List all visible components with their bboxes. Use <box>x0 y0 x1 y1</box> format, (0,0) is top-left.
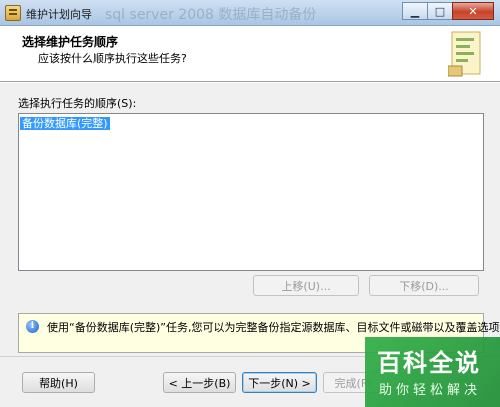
next-button[interactable]: 下一步(N) > <box>242 372 317 393</box>
watermark-slogan: 助你轻松解决 <box>379 383 482 398</box>
title-bar[interactable]: 维护计划向导 sql server 2008 数据库自动备份 ▁ □ ✕ <box>0 0 500 26</box>
move-down-button[interactable]: 下移(D)... <box>369 275 479 296</box>
window-controls: ▁ □ ✕ <box>402 2 494 20</box>
task-description-text: 使用“备份数据库(完整)”任务,您可以为完整备份指定源数据库、目标文件或磁带以及… <box>47 321 500 334</box>
task-order-list[interactable]: 备份数据库(完整) <box>18 113 484 271</box>
watermark-title: 百科全说 <box>377 349 481 377</box>
background-window-title: sql server 2008 数据库自动备份 <box>105 7 317 23</box>
window-title: 维护计划向导 <box>26 8 92 21</box>
page-subtitle: 应该按什么顺序执行这些任务? <box>38 52 187 65</box>
wizard-app-icon <box>5 5 21 21</box>
page-title: 选择维护任务顺序 <box>22 35 119 49</box>
maximize-icon: □ <box>434 4 446 18</box>
help-button[interactable]: 帮助(H) <box>22 372 95 393</box>
maximize-button[interactable]: □ <box>427 2 453 20</box>
back-button[interactable]: < 上一步(B) <box>163 372 236 393</box>
close-icon: ✕ <box>468 4 478 18</box>
close-button[interactable]: ✕ <box>452 2 494 20</box>
move-up-button[interactable]: 上移(U)... <box>253 275 359 296</box>
minimize-button[interactable]: ▁ <box>402 2 428 20</box>
minimize-icon: ▁ <box>410 4 420 18</box>
task-order-label: 选择执行任务的顺序(S): <box>18 97 137 110</box>
wizard-banner-icon <box>448 31 481 77</box>
info-icon: i <box>26 320 39 333</box>
wizard-header: 选择维护任务顺序 应该按什么顺序执行这些任务? <box>0 26 500 82</box>
site-watermark: 百科全说 助你轻松解决 <box>365 337 500 407</box>
list-item[interactable]: 备份数据库(完整) <box>20 117 110 130</box>
